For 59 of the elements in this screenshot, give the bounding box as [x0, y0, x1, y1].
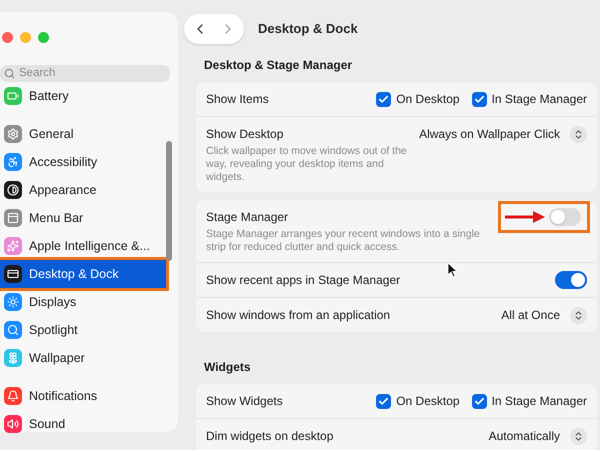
sidebar-item[interactable]: General: [0, 120, 166, 148]
updown-icon: [570, 126, 587, 142]
row-label: Show recent apps in Stage Manager: [206, 272, 400, 289]
dock-icon: [4, 265, 22, 284]
row-description: Click wallpaper to move windows out of the way, revealing your desktop items and widgets.: [206, 145, 408, 184]
checkmark-icon: [378, 94, 390, 104]
checkbox-label: In Stage Manager: [492, 393, 587, 410]
row-label: Show Desktop: [206, 126, 284, 143]
sidebar-item[interactable]: Sound: [0, 410, 166, 438]
section-title: Widgets: [203, 359, 252, 376]
popup-button[interactable]: Always on Wallpaper Click: [419, 125, 587, 143]
popup-button[interactable]: All at Once: [501, 306, 587, 324]
sidebar-item[interactable]: Apple Intelligence &...: [0, 232, 166, 260]
checkbox-label: On Desktop: [396, 393, 460, 410]
section-title: Desktop & Stage Manager: [203, 57, 354, 74]
sidebar-item[interactable]: Desktop & Dock: [0, 260, 166, 288]
cursor-icon: [448, 263, 458, 278]
sidebar-item[interactable]: Spotlight: [0, 316, 166, 344]
row-label: Show windows from an application: [206, 307, 390, 324]
checkbox[interactable]: [376, 394, 392, 408]
battery-icon: [4, 87, 22, 106]
popup-button[interactable]: Automatically: [488, 427, 587, 445]
row-label: Stage Manager: [206, 209, 290, 226]
row-label: Dim widgets on desktop: [206, 428, 334, 445]
search-icon: [4, 321, 22, 340]
flower-icon: [4, 349, 22, 368]
sidebar-item[interactable]: Wallpaper: [0, 344, 166, 372]
checkbox-label: On Desktop: [396, 91, 460, 108]
row-description: Stage Manager arranges your recent windows into a single strip for reduced clutter and quick access.: [206, 228, 481, 254]
toggle-switch[interactable]: [549, 208, 581, 226]
gear-icon: [4, 125, 22, 144]
checkmark-icon: [378, 396, 390, 406]
menu-bar-icon: [4, 209, 22, 228]
sidebar-item[interactable]: Accessibility: [0, 148, 166, 176]
updown-icon: [570, 428, 587, 444]
row-label: Show Widgets: [206, 393, 283, 410]
checkbox[interactable]: [472, 92, 487, 106]
sidebar-item[interactable]: Battery: [0, 82, 166, 110]
sun-icon: [4, 293, 22, 312]
bell-icon: [4, 387, 22, 406]
contrast-icon: [4, 181, 22, 200]
checkbox[interactable]: [376, 92, 392, 106]
row-label: Show Items: [206, 91, 269, 108]
arrow-icon: [505, 211, 545, 223]
sidebar-item[interactable]: Notifications: [0, 382, 166, 410]
sidebar-item[interactable]: Displays: [0, 288, 166, 316]
checkmark-icon: [474, 396, 485, 406]
sidebar-item[interactable]: Appearance: [0, 176, 166, 204]
scrollbar-thumb[interactable]: [166, 141, 172, 262]
sparkle-icon: [4, 237, 22, 256]
search-icon: [4, 68, 15, 80]
accessibility-icon: [4, 153, 22, 172]
updown-icon: [570, 306, 587, 324]
checkmark-icon: [474, 94, 485, 104]
sidebar-item[interactable]: Menu Bar: [0, 204, 166, 232]
toggle-switch[interactable]: [555, 271, 587, 289]
checkbox[interactable]: [472, 394, 487, 408]
window-title: Desktop & Dock: [258, 20, 358, 38]
checkbox-label: In Stage Manager: [492, 91, 587, 108]
